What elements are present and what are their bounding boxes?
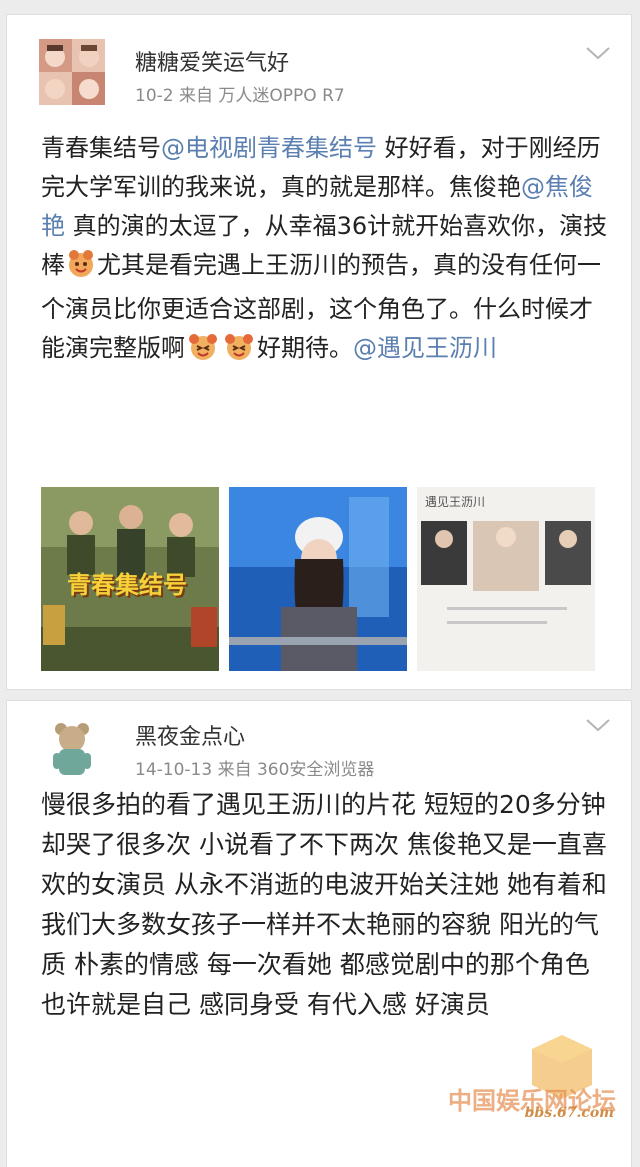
chevron-down-icon[interactable] xyxy=(585,717,611,733)
emoji-icon xyxy=(66,250,96,290)
post-card-1: 糖糖爱笑运气好 10-2 来自 万人迷OPPO R7 青春集结号@电视剧青春集结… xyxy=(6,14,632,690)
post-image-actress[interactable] xyxy=(229,487,407,671)
post-source: 来自 360安全浏览器 xyxy=(217,760,375,780)
username[interactable]: 糖糖爱笑运气好 xyxy=(135,45,289,77)
post-meta: 14-10-13 来自 360安全浏览器 xyxy=(135,755,374,780)
watermark-logo: 中国娱乐网论坛 bbs.67.com xyxy=(442,1027,622,1127)
post-source: 来自 万人迷OPPO R7 xyxy=(179,86,345,106)
poster-title: 青春集结号 xyxy=(67,571,187,599)
post-text: 慢很多拍的看了遇见王沥川的片花 短短的20多分钟却哭了很多次 小说看了不下两次 … xyxy=(41,790,607,1019)
chevron-down-icon[interactable] xyxy=(585,45,611,61)
mention-link[interactable]: @电视剧青春集结号 xyxy=(161,134,377,162)
post-images: 青春集结号 遇见王沥川 xyxy=(41,487,617,673)
username[interactable]: 黑夜金点心 xyxy=(135,719,245,751)
post-image-stills[interactable]: 遇见王沥川 xyxy=(417,487,595,671)
avatar[interactable] xyxy=(39,39,105,105)
post-date: 14-10-13 xyxy=(135,760,213,780)
post-meta: 10-2 来自 万人迷OPPO R7 xyxy=(135,81,345,106)
watermark-url: bbs.67.com xyxy=(524,1105,614,1121)
post-date: 10-2 xyxy=(135,86,174,106)
post-text: 青春集结号@电视剧青春集结号 好好看，对于刚经历完大学军训的我来说，真的就是那样… xyxy=(41,129,613,373)
emoji-icon xyxy=(222,333,256,373)
post-image-poster[interactable]: 青春集结号 xyxy=(41,487,219,671)
avatar[interactable] xyxy=(39,715,105,781)
mention-link[interactable]: @遇见王沥川 xyxy=(353,334,497,362)
emoji-icon xyxy=(186,333,220,373)
stills-title: 遇见王沥川 xyxy=(425,495,486,509)
